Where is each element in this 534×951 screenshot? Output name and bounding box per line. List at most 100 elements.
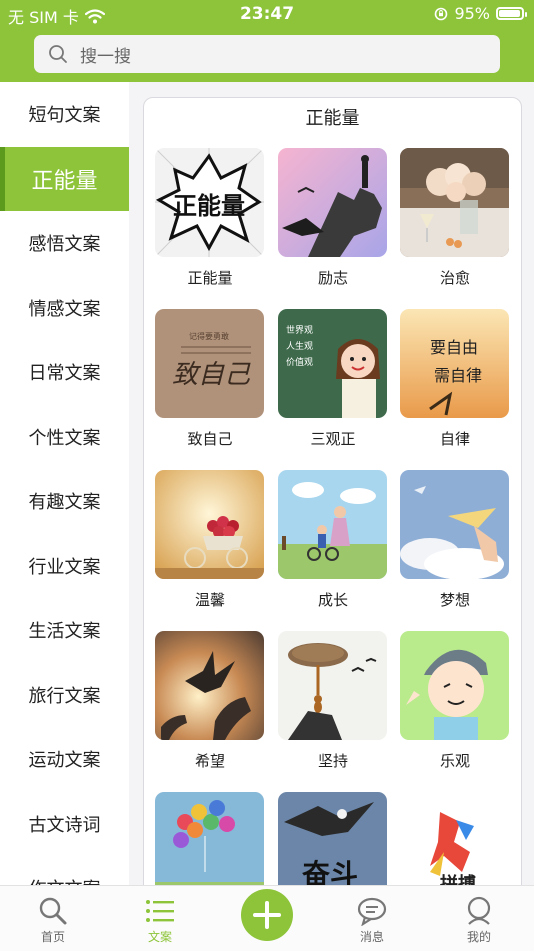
tab-copywriting[interactable]: 文案 [115,886,205,951]
tile-zilv[interactable]: 要自由 需自律 自律 [400,309,510,449]
tab-label: 文案 [147,930,172,944]
svg-text:世界观: 世界观 [286,324,313,336]
tile-label: 三观正 [310,430,356,448]
search-bar[interactable]: 搜一搜 [34,35,500,73]
cartoon-boy-image [400,631,509,740]
sidebar-item-0[interactable]: 短句文案 [0,82,129,147]
tile-label: 治愈 [439,269,470,287]
category-card: 正能量 正能量 正能量 励志 治愈 记得要勇敢 致自己 致自己 世界观 人生观 … [143,97,522,899]
sidebar-item-label: 作文文案 [29,875,101,885]
svg-text:要自由: 要自由 [430,338,478,357]
sidebar-item-label: 旅行文案 [28,685,101,707]
tile-mengxiang[interactable]: 梦想 [400,470,510,610]
tile-wenxin[interactable]: 温馨 [155,470,265,610]
sidebar-item-label: 情感文案 [28,298,101,320]
ant-stone-image [278,631,387,740]
message-icon [357,897,387,926]
status-bar: 无 SIM 卡 23:47 95% [0,0,534,30]
bird-hands-image [155,631,264,740]
category-sidebar: 短句文案正能量感悟文案情感文案日常文案个性文案有趣文案行业文案生活文案旅行文案运… [0,82,129,885]
tab-profile[interactable]: 我的 [434,886,524,951]
sidebar-item-12[interactable]: 作文文案 [0,856,129,885]
svg-text:人生观: 人生观 [286,340,313,352]
tile-jianchi[interactable]: 坚持 [278,631,388,771]
tile-label: 梦想 [439,591,470,609]
tile-lizhi[interactable]: 励志 [278,148,388,288]
sidebar-item-11[interactable]: 古文诗词 [0,792,129,857]
tile-chengzhang[interactable]: 成长 [278,470,388,610]
search-icon [39,897,67,925]
search-placeholder: 搜一搜 [80,46,131,67]
sidebar-item-label: 正能量 [31,168,98,194]
tile-label: 正能量 [187,269,233,287]
sidebar-item-3[interactable]: 情感文案 [0,276,129,341]
svg-text:记得要勇敢: 记得要勇敢 [189,331,229,341]
tile-label: 致自己 [187,430,233,448]
sidebar-item-8[interactable]: 生活文案 [0,598,129,663]
tab-messages[interactable]: 消息 [327,886,417,951]
tile-leguan[interactable]: 乐观 [400,631,510,771]
sidebar-item-label: 个性文案 [28,427,101,449]
tile-label: 乐观 [439,752,470,770]
sidebar-item-10[interactable]: 运动文案 [0,727,129,792]
svg-text:需自律: 需自律 [434,366,482,385]
tile-fendou[interactable]: 奋斗 [278,792,388,898]
tile-zhengnengliang[interactable]: 正能量 正能量 [155,148,265,288]
orientation-lock-icon [435,7,448,20]
battery-level [499,10,520,17]
runner-struggle-image: 拼搏 [400,792,509,898]
tab-home[interactable]: 首页 [8,886,98,951]
sidebar-item-2[interactable]: 感悟文案 [0,211,129,276]
flower-bicycle-image [155,470,264,579]
svg-text:价值观: 价值观 [286,356,313,368]
svg-text:致自己: 致自己 [172,360,251,390]
profile-icon [467,896,491,925]
sidebar-item-6[interactable]: 有趣文案 [0,469,129,534]
tile-balloons[interactable] [155,792,265,898]
sidebar-item-label: 感悟文案 [28,234,101,256]
energy-poster-image: 正能量 [155,148,264,257]
sidebar-item-label: 运动文案 [28,750,101,772]
sidebar-item-label: 生活文案 [28,621,101,643]
sidebar-item-label: 古文诗词 [28,814,101,836]
sidebar-item-4[interactable]: 日常文案 [0,340,129,405]
sidebar-item-label: 行业文案 [28,556,101,578]
tile-label: 成长 [317,591,348,609]
balloons-image [155,792,264,898]
letter-to-self-image: 记得要勇敢 致自己 [155,309,264,418]
tile-zhiziji[interactable]: 记得要勇敢 致自己 致自己 [155,309,265,449]
sidebar-item-1[interactable]: 正能量 [0,146,129,211]
flowers-table-image [400,148,509,257]
growth-bike-image [278,470,387,579]
header: 无 SIM 卡 23:47 95% 搜一搜 [0,0,534,82]
sidebar-item-label: 有趣文案 [28,492,101,514]
tile-zhiyu[interactable]: 治愈 [400,148,510,288]
sidebar-item-9[interactable]: 旅行文案 [0,663,129,728]
search-icon [49,45,67,63]
tile-xiwang[interactable]: 希望 [155,631,265,771]
tile-label: 希望 [194,752,225,770]
tile-label: 温馨 [194,591,225,609]
category-title: 正能量 [305,108,360,129]
paper-plane-image [400,470,509,579]
three-views-cartoon-image: 世界观 人生观 价值观 [278,309,387,418]
add-button[interactable] [241,889,293,941]
self-discipline-image: 要自由 需自律 [400,309,509,418]
status-right: 95% [434,4,527,23]
tile-label: 自律 [439,430,470,448]
battery-percent: 95% [454,4,490,23]
list-icon [146,900,174,922]
tab-label: 消息 [359,930,384,944]
tile-sanguanzheng[interactable]: 世界观 人生观 价值观 三观正 [278,309,388,449]
thumbs-up-rock-image [278,148,387,257]
sidebar-item-7[interactable]: 行业文案 [0,534,129,599]
sidebar-item-5[interactable]: 个性文案 [0,405,129,470]
tile-label: 励志 [317,269,348,287]
sidebar-item-label: 短句文案 [28,105,101,127]
eagle-struggle-image: 奋斗 [278,792,387,898]
battery-icon [496,7,527,20]
tab-label: 我的 [466,930,491,944]
sidebar-item-label: 日常文案 [28,363,101,385]
energy-poster-text: 正能量 [173,192,245,220]
tile-pinbo[interactable]: 拼搏 [400,792,510,898]
